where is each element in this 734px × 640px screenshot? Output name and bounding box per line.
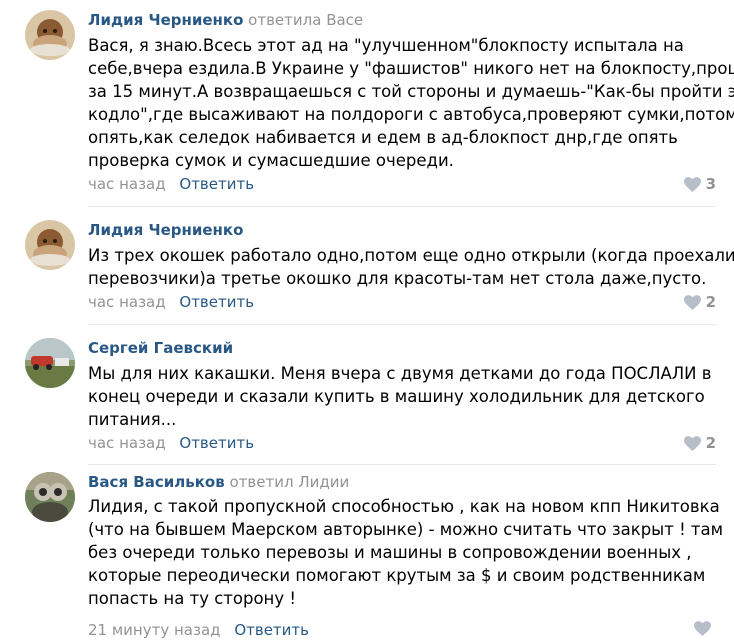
timestamp[interactable]: час назад [88, 175, 166, 193]
reply-button[interactable]: Ответить [234, 621, 309, 639]
like-button[interactable] [694, 621, 716, 636]
like-button[interactable]: 2 [683, 292, 716, 312]
comment-text-line: Вася, я знаю.Всесь этот ад на "улучшенно… [88, 36, 684, 55]
reply-button[interactable]: Ответить [179, 434, 254, 452]
comment-text: Мы для них какашки. Меня вчера с двумя д… [88, 362, 728, 431]
comment-text-line: питания... [88, 410, 177, 429]
author-name[interactable]: Сергей Гаевский [88, 339, 233, 357]
comment-text: Вася, я знаю.Всесь этот ад на "улучшенно… [88, 34, 734, 172]
timestamp[interactable]: час назад [88, 434, 166, 452]
timestamp[interactable]: 21 минуту назад [88, 621, 221, 639]
separator [88, 206, 716, 207]
heart-icon [694, 621, 711, 636]
comment-text-line: без очереди только перевозы и машины в с… [88, 543, 692, 562]
comment-meta: час назад Ответить [88, 174, 254, 194]
separator [88, 464, 716, 465]
avatar[interactable] [25, 472, 75, 522]
comment-text-line: Лидия, с такой пропускной способностью ,… [88, 497, 720, 516]
comment-text: Из трех окошек работало одно,потом еще о… [88, 244, 734, 290]
comment-text-line: которые переодически помогают крутым за … [88, 566, 706, 585]
author-line: Сергей Гаевский [88, 338, 233, 358]
author-line: Лидия Черниенко ответила Васе [88, 10, 363, 30]
heart-icon [683, 435, 701, 451]
like-button[interactable]: 3 [683, 174, 716, 194]
comment-meta: 21 минуту назад Ответить [88, 620, 309, 640]
comment-text-line: кодло",где высаживают на полдороги с авт… [88, 105, 734, 124]
timestamp[interactable]: час назад [88, 293, 166, 311]
comment-text-line: себе,вчера ездила.В Украине у "фашистов"… [88, 59, 734, 78]
comment-text-line: проверка сумок и сумасшедшие очереди. [88, 151, 454, 170]
author-line: Лидия Черниенко [88, 220, 243, 240]
comment-text-line: перевозчики)а третье окошко для красоты-… [88, 269, 707, 288]
heart-icon [683, 294, 701, 310]
author-name[interactable]: Лидия Черниенко [88, 221, 243, 239]
reply-to-label[interactable]: ответила Васе [248, 11, 363, 29]
comment-text-line: попасть на ту сторону ! [88, 589, 296, 608]
like-count: 3 [705, 175, 716, 193]
comment-text-line: Мы для них какашки. Меня вчера с двумя д… [88, 364, 712, 383]
reply-button[interactable]: Ответить [179, 175, 254, 193]
like-button[interactable]: 2 [683, 433, 716, 453]
like-count: 2 [705, 293, 716, 311]
comment-text-line: опять,как селедок набивается и едем в ад… [88, 128, 678, 147]
avatar[interactable] [25, 220, 75, 270]
comment-text-line: Из трех окошек работало одно,потом еще о… [88, 246, 734, 265]
avatar[interactable] [25, 10, 75, 60]
heart-icon [683, 176, 701, 192]
comment-meta: час назад Ответить [88, 433, 254, 453]
comment-text-line: конец очереди и сказали купить в машину … [88, 387, 705, 406]
comment-text-line: за 15 минут.А возвращаешься с той сторон… [88, 82, 734, 101]
author-name[interactable]: Лидия Черниенко [88, 11, 243, 29]
separator [88, 324, 716, 325]
comment-text-line: (что на бывшем Маерском авторынке) - мож… [88, 520, 724, 539]
comment-meta: час назад Ответить [88, 292, 254, 312]
reply-button[interactable]: Ответить [179, 293, 254, 311]
reply-to-label[interactable]: ответил Лидии [230, 473, 350, 491]
author-name[interactable]: Вася Васильков [88, 473, 225, 491]
avatar[interactable] [25, 338, 75, 388]
like-count: 2 [705, 434, 716, 452]
author-line: Вася Васильков ответил Лидии [88, 472, 349, 492]
comment-text: Лидия, с такой пропускной способностью ,… [88, 495, 728, 610]
